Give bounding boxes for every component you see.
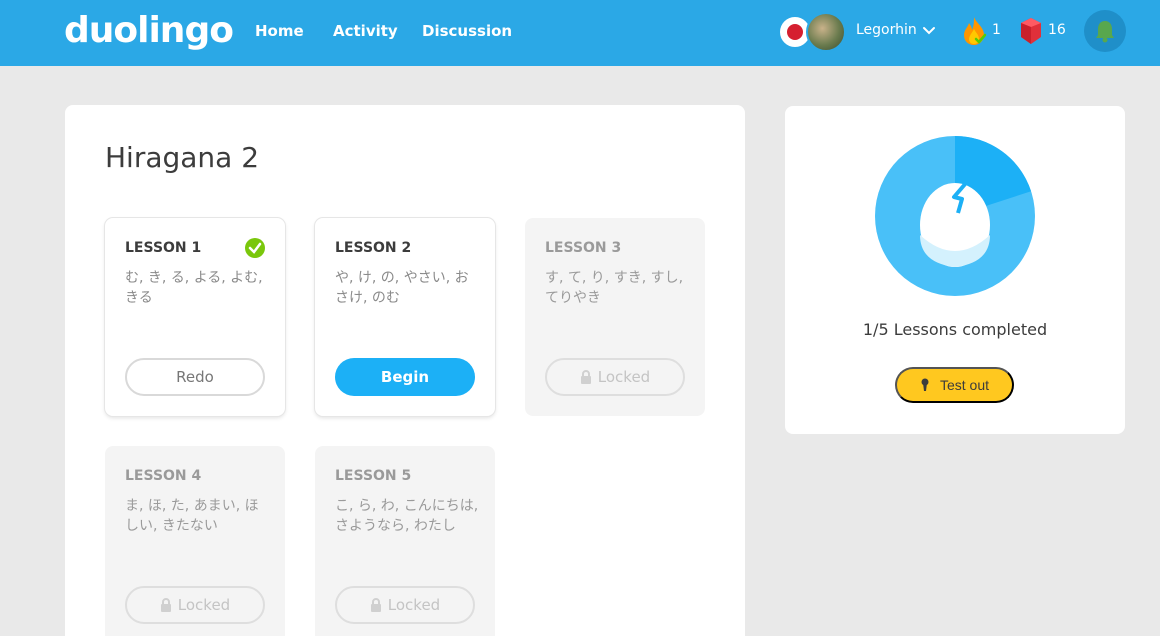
locked-button: Locked [335, 586, 475, 624]
skill-card: Hiragana 2 LESSON 1 む, き, る, よる, よむ, きる … [65, 105, 745, 636]
chevron-down-icon[interactable] [922, 24, 936, 38]
test-out-button[interactable]: Test out [895, 367, 1014, 403]
duolingo-logo[interactable]: duolingo [64, 10, 234, 51]
lesson-card-3: LESSON 3 す, て, り, すき, すし, てりやき Locked [525, 218, 705, 416]
lesson-card-1: LESSON 1 む, き, る, よる, よむ, きる Redo [105, 218, 285, 416]
lesson-words: ま, ほ, た, あまい, ほしい, きたない [125, 498, 259, 534]
nav-discussion[interactable]: Discussion [422, 22, 512, 40]
lesson-words: や, け, の, やさい, おさけ, のむ [335, 270, 469, 306]
nav-home[interactable]: Home [255, 22, 304, 40]
keyhole-icon [921, 378, 929, 391]
streak-count: 1 [992, 22, 1001, 38]
locked-button: Locked [545, 358, 685, 396]
lock-icon [160, 598, 171, 612]
lesson-title: LESSON 2 [335, 240, 412, 256]
test-out-label: Test out [939, 377, 990, 393]
top-navigation-bar: duolingo Home Activity Discussion Legorh… [0, 0, 1160, 66]
locked-label: Locked [387, 596, 441, 614]
lesson-card-5: LESSON 5 こ, ら, わ, こんにちは, さようなら, わたし Lock… [315, 446, 495, 636]
nav-activity[interactable]: Activity [333, 22, 398, 40]
username[interactable]: Legorhin [856, 22, 917, 38]
page-title: Hiragana 2 [105, 141, 260, 174]
locked-button: Locked [125, 586, 265, 624]
redo-button[interactable]: Redo [125, 358, 265, 396]
lesson-title: LESSON 1 [125, 240, 202, 256]
lock-icon [370, 598, 381, 612]
bell-icon [1096, 21, 1114, 43]
progress-card: 1/5 Lessons completed Test out [785, 106, 1125, 434]
begin-button[interactable]: Begin [335, 358, 475, 396]
lesson-title: LESSON 3 [545, 240, 622, 256]
egg-icon [920, 181, 990, 267]
lesson-words: す, て, り, すき, すし, てりやき [545, 270, 684, 306]
locked-label: Locked [177, 596, 231, 614]
locked-label: Locked [597, 368, 651, 386]
lesson-title: LESSON 5 [335, 468, 412, 484]
lesson-words: こ, ら, わ, こんにちは, さようなら, わたし [335, 498, 479, 534]
gem-count: 16 [1048, 22, 1066, 38]
lesson-words: む, き, る, よる, よむ, きる [125, 270, 263, 306]
lessons-completed-text: 1/5 Lessons completed [862, 320, 1048, 339]
progress-ring [875, 136, 1035, 296]
lesson-card-4: LESSON 4 ま, ほ, た, あまい, ほしい, きたない Locked [105, 446, 285, 636]
fire-icon[interactable] [960, 15, 988, 47]
lock-icon [580, 370, 591, 384]
notifications-button[interactable] [1084, 10, 1126, 52]
gem-icon[interactable] [1020, 17, 1042, 45]
avatar[interactable] [806, 12, 846, 52]
checkmark-icon [245, 238, 265, 258]
lesson-card-2: LESSON 2 や, け, の, やさい, おさけ, のむ Begin [315, 218, 495, 416]
lesson-title: LESSON 4 [125, 468, 202, 484]
